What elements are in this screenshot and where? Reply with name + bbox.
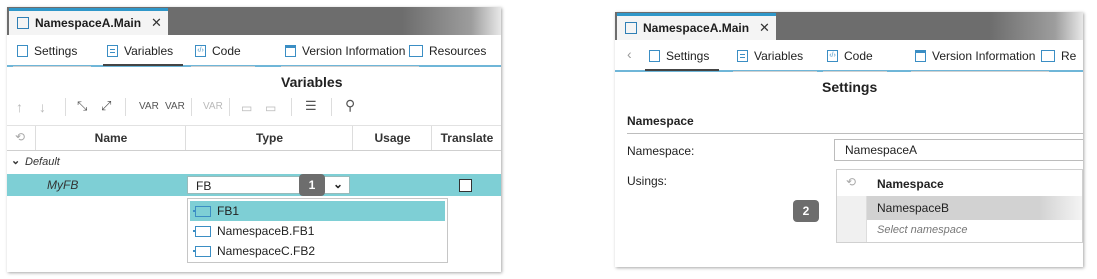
settings-icon xyxy=(649,50,660,62)
translate-checkbox[interactable] xyxy=(459,179,472,192)
tab-label: Variables xyxy=(124,44,174,58)
function-block-icon xyxy=(193,245,211,257)
editor-subtabs: Settings Variables ‹/› Code Version Info… xyxy=(7,35,501,67)
group-label: Default xyxy=(25,156,60,168)
delete-variable-icon[interactable]: VAR xyxy=(203,101,223,112)
namespace-label: Namespace: xyxy=(627,144,695,158)
variables-icon xyxy=(737,50,748,62)
editor-subtabs: ‹ Settings Variables ‹/› Code Version In… xyxy=(615,40,1083,72)
select-namespace-placeholder[interactable]: Select namespace xyxy=(877,224,968,236)
move-down-icon[interactable]: ↓ xyxy=(39,99,46,115)
close-tab-icon[interactable]: ✕ xyxy=(151,15,162,31)
variables-grid-header: ⟲ Name Type Usage Translate xyxy=(7,125,501,151)
variable-name[interactable]: MyFB xyxy=(47,178,78,192)
search-icon[interactable]: ⚲ xyxy=(345,97,355,114)
tab-version-information[interactable]: Version Information xyxy=(281,41,420,67)
column-usage[interactable]: Usage xyxy=(352,126,432,150)
type-dropdown-list: FB1 NamespaceB.FB1 NamespaceC.FB2 xyxy=(187,198,448,263)
tab-resources[interactable]: Resources xyxy=(409,41,486,61)
document-tab-strip: NamespaceA.Main ✕ xyxy=(615,12,1083,40)
dropdown-item-label: NamespaceB.FB1 xyxy=(217,224,315,238)
tab-variables[interactable]: Variables xyxy=(102,41,184,66)
function-block-icon xyxy=(193,205,211,217)
column-name[interactable]: Name xyxy=(35,126,186,150)
code-icon: ‹/› xyxy=(195,45,206,57)
column-translate[interactable]: Translate xyxy=(431,126,501,150)
variables-toolbar: ↑ ↓ ⤡ ⤢ VAR VAR VAR ▭ ▭ ☰ ⚲ xyxy=(7,95,501,123)
type-value: FB xyxy=(196,179,212,193)
tab-resources[interactable]: Re xyxy=(1041,46,1076,66)
collapse-all-icon[interactable]: ⤡ xyxy=(77,98,87,114)
namespace-entry[interactable]: NamespaceB xyxy=(877,201,949,215)
tab-label: Code xyxy=(844,49,873,63)
table-row-new[interactable]: Select namespace xyxy=(867,220,1082,242)
dropdown-item[interactable]: NamespaceB.FB1 xyxy=(190,221,445,241)
namespace-field[interactable]: NamespaceA xyxy=(834,139,1083,161)
table-row[interactable]: NamespaceB xyxy=(867,196,1082,220)
settings-editor-panel: NamespaceA.Main ✕ ‹ Settings Variables ‹… xyxy=(615,12,1083,267)
close-tab-icon[interactable]: ✕ xyxy=(759,20,770,36)
tab-label: Version Information xyxy=(932,49,1036,63)
resources-icon xyxy=(1041,50,1055,62)
filter-icon[interactable]: ⟲ xyxy=(846,175,856,189)
function-block-icon xyxy=(193,225,211,237)
tab-version-information[interactable]: Version Information xyxy=(911,46,1050,72)
row-gutter xyxy=(837,196,867,242)
code-icon: ‹/› xyxy=(827,50,838,62)
tab-label: Version Information xyxy=(302,44,406,58)
chevron-down-icon[interactable]: ⌄ xyxy=(11,154,20,167)
tab-label: Re xyxy=(1061,49,1077,63)
variables-editor-panel: NamespaceA.Main ✕ Settings Variables ‹/›… xyxy=(7,7,501,272)
window-icon xyxy=(17,17,29,29)
tab-label: Settings xyxy=(666,49,710,63)
tab-code[interactable]: ‹/› Code xyxy=(823,46,887,72)
settings-icon xyxy=(17,45,28,57)
group-row-default[interactable]: ⌄ Default xyxy=(7,153,501,171)
column-namespace[interactable]: Namespace xyxy=(877,177,944,191)
dropdown-item-label: FB1 xyxy=(217,204,240,218)
tab-settings[interactable]: Settings xyxy=(13,41,92,67)
tab-label: Settings xyxy=(34,44,78,58)
dropdown-item-label: NamespaceC.FB2 xyxy=(217,244,316,258)
column-type[interactable]: Type xyxy=(185,126,353,150)
tab-label: Resources xyxy=(429,44,487,58)
usings-label: Usings: xyxy=(627,174,668,188)
section-header-namespace: Namespace xyxy=(627,114,1083,134)
usings-table-header: ⟲ Namespace xyxy=(837,170,1082,197)
page-title: Settings xyxy=(822,79,878,95)
add-variable-icon[interactable]: VAR xyxy=(139,101,159,112)
document-tab-title: NamespaceA.Main xyxy=(643,21,750,35)
document-tab[interactable]: NamespaceA.Main ✕ xyxy=(617,13,776,40)
dropdown-item[interactable]: FB1 xyxy=(190,201,445,221)
tab-variables[interactable]: Variables xyxy=(733,46,818,72)
tab-code[interactable]: ‹/› Code xyxy=(191,41,255,67)
insert-variable-icon[interactable]: VAR xyxy=(165,101,185,112)
tab-label: Variables xyxy=(754,49,804,63)
page-title: Variables xyxy=(281,74,343,90)
tab-label: Code xyxy=(212,44,241,58)
filter-icon[interactable]: ⟲ xyxy=(15,130,25,144)
variables-icon xyxy=(107,45,118,57)
tab-settings[interactable]: Settings xyxy=(644,46,720,71)
document-tab-strip: NamespaceA.Main ✕ xyxy=(7,7,501,35)
dropdown-item[interactable]: NamespaceC.FB2 xyxy=(190,241,445,261)
window-icon xyxy=(625,22,637,34)
export-icon[interactable]: ▭ xyxy=(241,101,252,115)
document-tab[interactable]: NamespaceA.Main ✕ xyxy=(9,8,168,35)
chevron-down-icon[interactable]: ⌄ xyxy=(333,177,343,191)
document-tab-title: NamespaceA.Main xyxy=(35,16,142,30)
scroll-left-icon[interactable]: ‹ xyxy=(627,46,632,62)
usings-table: ⟲ Namespace NamespaceB Select namespace xyxy=(836,169,1083,243)
list-view-icon[interactable]: ☰ xyxy=(305,98,317,114)
import-icon[interactable]: ▭ xyxy=(265,101,276,115)
callout-badge-1: 1 xyxy=(299,174,325,196)
clipboard-icon xyxy=(915,50,926,62)
clipboard-icon xyxy=(285,45,296,57)
callout-badge-2: 2 xyxy=(793,200,819,222)
expand-all-icon[interactable]: ⤢ xyxy=(101,98,111,114)
type-combobox[interactable]: FB ⌄ xyxy=(187,176,350,194)
resources-icon xyxy=(409,45,423,57)
move-up-icon[interactable]: ↑ xyxy=(16,99,23,115)
